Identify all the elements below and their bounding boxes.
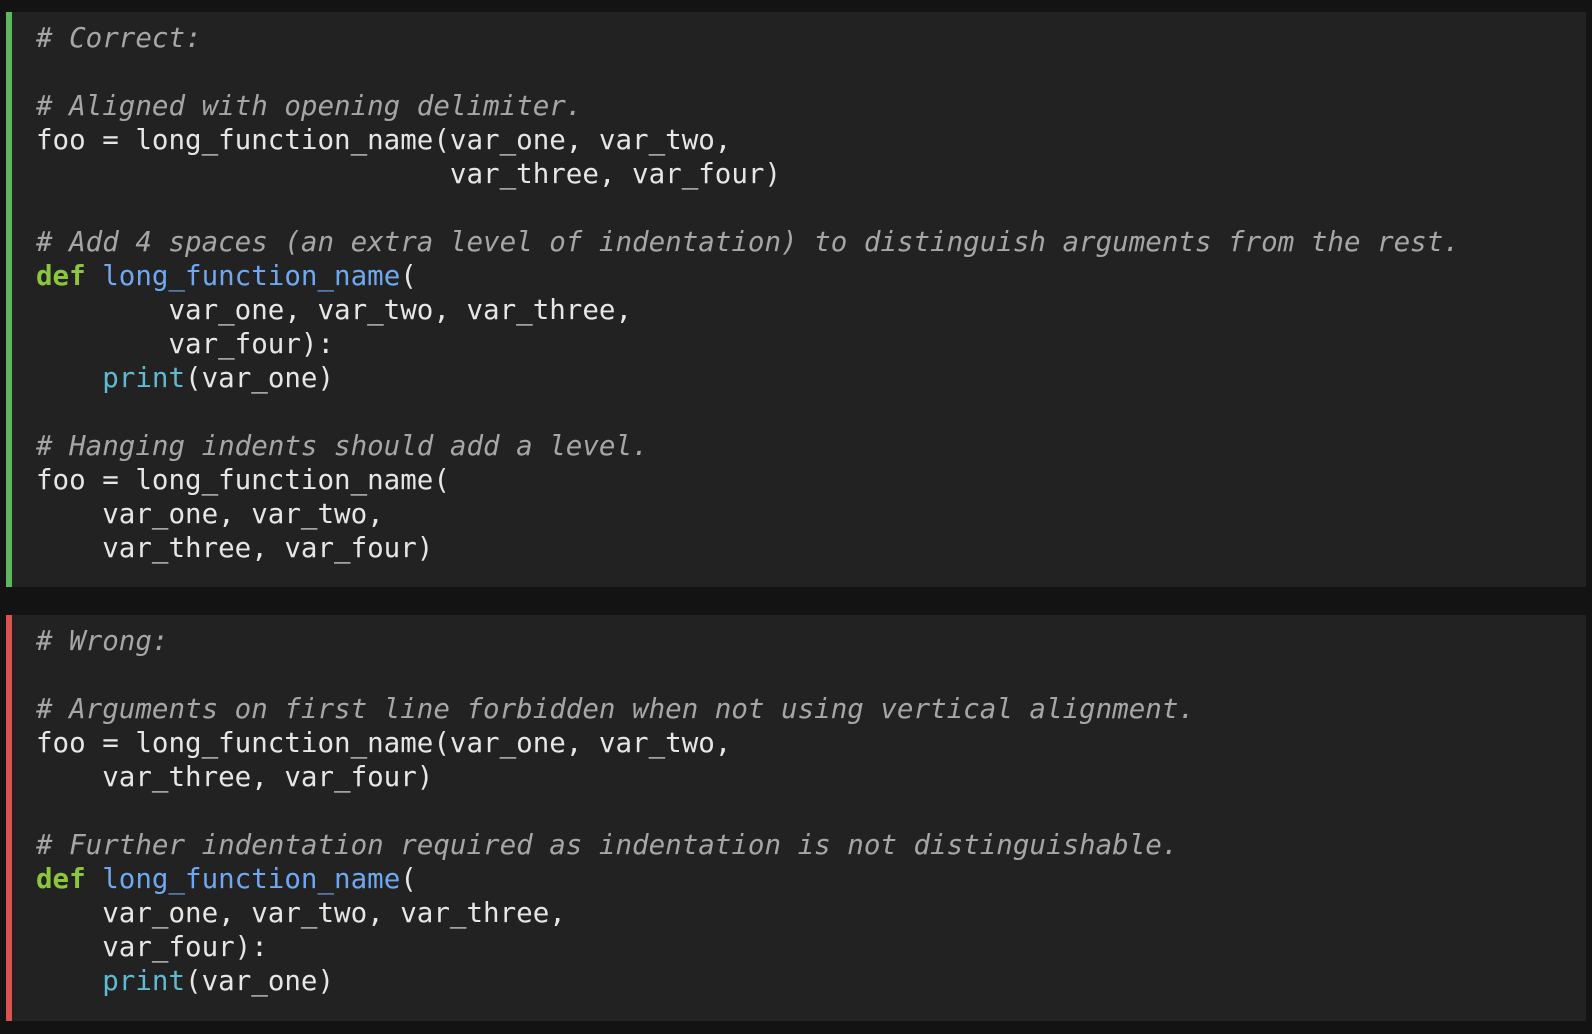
code-token: ( — [400, 863, 417, 895]
comment-token: # Arguments on first line forbidden when… — [36, 693, 1195, 725]
comment-token: # Correct: — [36, 22, 202, 54]
keyword-token: def — [36, 260, 86, 292]
code-line: var_three, var_four) — [36, 531, 1586, 565]
code-token: var_one, var_two, var_three, — [36, 294, 633, 326]
code-token: foo = long_function_name(var_one, var_tw… — [36, 727, 732, 759]
code-block-wrong: # Wrong: # Arguments on first line forbid… — [6, 615, 1586, 1021]
code-line: # Further indentation required as indent… — [36, 828, 1586, 862]
code-content-wrong: # Wrong: # Arguments on first line forbid… — [36, 624, 1586, 998]
comment-token: # Further indentation required as indent… — [36, 829, 1179, 861]
code-token: var_three, var_four) — [36, 158, 782, 190]
code-line: # Arguments on first line forbidden when… — [36, 692, 1586, 726]
code-line: # Correct: — [36, 21, 1586, 55]
code-line: var_one, var_two, — [36, 497, 1586, 531]
keyword-token: def — [36, 863, 86, 895]
code-token: var_one, var_two, — [36, 498, 384, 530]
code-token: var_three, var_four) — [36, 761, 434, 793]
code-token: var_one, var_two, var_three, — [36, 897, 566, 929]
code-token: var_four): — [36, 931, 268, 963]
code-token: var_four): — [36, 328, 335, 360]
code-token: (var_one) — [185, 362, 335, 394]
code-line: var_one, var_two, var_three, — [36, 896, 1586, 930]
builtin-token: print — [102, 362, 186, 394]
code-line: var_one, var_two, var_three, — [36, 293, 1586, 327]
code-content-correct: # Correct: # Aligned with opening delimit… — [36, 21, 1586, 565]
code-line: def long_function_name( — [36, 259, 1586, 293]
code-line: var_four): — [36, 930, 1586, 964]
comment-token: # Add 4 spaces (an extra level of indent… — [36, 226, 1460, 258]
code-line: # Add 4 spaces (an extra level of indent… — [36, 225, 1586, 259]
wrong-indicator-bar — [6, 615, 12, 1021]
comment-token: # Aligned with opening delimiter. — [36, 90, 583, 122]
code-line: # Aligned with opening delimiter. — [36, 89, 1586, 123]
code-line: var_four): — [36, 327, 1586, 361]
code-line: foo = long_function_name(var_one, var_tw… — [36, 123, 1586, 157]
correct-indicator-bar — [6, 12, 12, 587]
code-line: foo = long_function_name(var_one, var_tw… — [36, 726, 1586, 760]
code-line: foo = long_function_name( — [36, 463, 1586, 497]
code-token: foo = long_function_name( — [36, 464, 450, 496]
code-line: var_three, var_four) — [36, 760, 1586, 794]
comment-token: # Hanging indents should add a level. — [36, 430, 649, 462]
code-line: # Wrong: — [36, 624, 1586, 658]
comment-token: # Wrong: — [36, 625, 169, 657]
builtin-token: print — [102, 965, 186, 997]
code-token: foo = long_function_name(var_one, var_tw… — [36, 124, 732, 156]
code-line: print(var_one) — [36, 361, 1586, 395]
code-line: var_three, var_four) — [36, 157, 1586, 191]
code-token: ( — [400, 260, 417, 292]
function-name-token: long_function_name — [102, 260, 401, 292]
function-name-token: long_function_name — [102, 863, 401, 895]
code-line: def long_function_name( — [36, 862, 1586, 896]
code-token: (var_one) — [185, 965, 335, 997]
code-token: var_three, var_four) — [36, 532, 434, 564]
code-line: # Hanging indents should add a level. — [36, 429, 1586, 463]
code-block-correct: # Correct: # Aligned with opening delimit… — [6, 12, 1586, 587]
code-line: print(var_one) — [36, 964, 1586, 998]
